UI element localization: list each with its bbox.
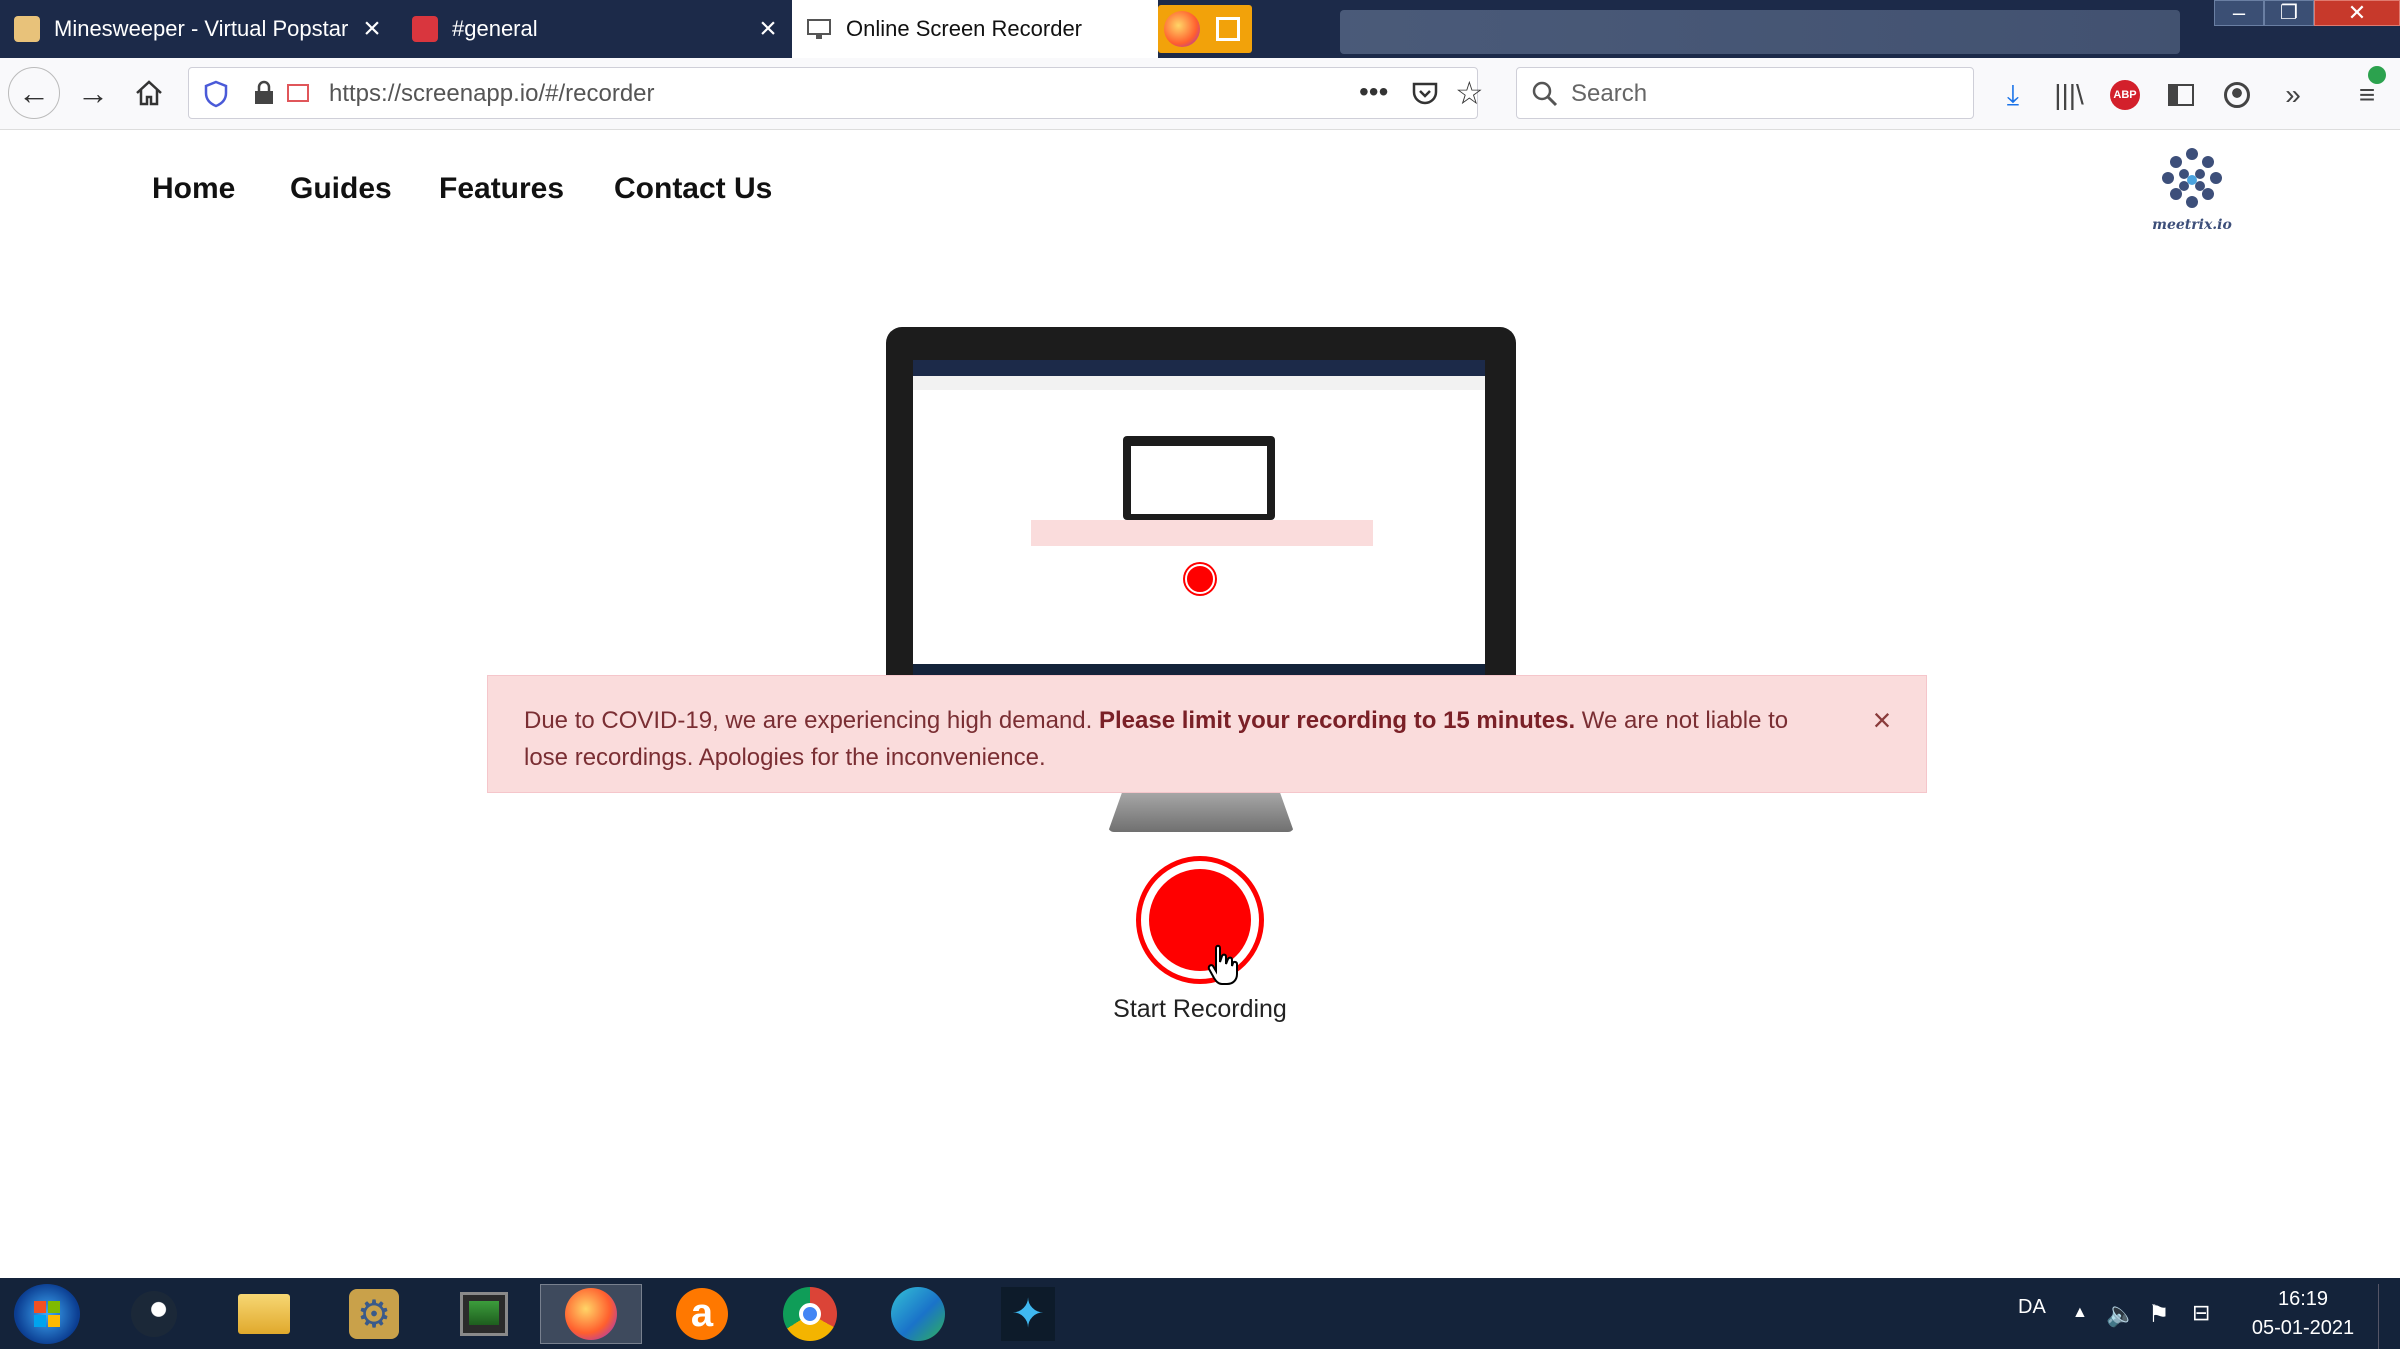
taskbar-edge[interactable]	[876, 1284, 960, 1344]
window-controls: – ❐ ✕	[2214, 0, 2400, 30]
search-icon	[1532, 81, 1558, 107]
forward-button[interactable]: →	[70, 70, 116, 116]
taskbar-terminal[interactable]	[442, 1284, 526, 1344]
update-badge-icon	[2368, 66, 2386, 84]
flag-icon[interactable]: ⚑	[2148, 1300, 2170, 1329]
back-button[interactable]: ←	[8, 67, 60, 119]
taskbar-firefox[interactable]	[540, 1284, 642, 1344]
covid-alert: Due to COVID-19, we are experiencing hig…	[487, 675, 1927, 793]
show-hidden-icons-icon[interactable]: ▲	[2072, 1304, 2088, 1322]
folder-icon	[238, 1294, 290, 1334]
volume-icon[interactable]: 🔈	[2106, 1300, 2136, 1329]
start-recording-button[interactable]	[1136, 856, 1264, 984]
alert-text-bold: Please limit your recording to 15 minute…	[1098, 707, 1576, 734]
preview-toolbar	[913, 376, 1485, 390]
close-icon[interactable]: ×	[352, 12, 392, 46]
window-icon	[1216, 17, 1240, 41]
preview-tabbar	[913, 360, 1485, 376]
firefox-icon	[1164, 11, 1200, 47]
clock-date: 05-01-2021	[2251, 1317, 2355, 1339]
url-text[interactable]: https://screenapp.io/#/recorder	[329, 80, 655, 108]
downloads-icon[interactable]: ⤓	[1996, 78, 2030, 112]
tab-minesweeper[interactable]: Minesweeper - Virtual Popstar ×	[0, 0, 392, 58]
tab-label: Minesweeper - Virtual Popstar	[54, 16, 349, 41]
clock-time: 16:19	[2277, 1288, 2329, 1310]
meetrix-logo-icon	[2162, 148, 2222, 208]
account-icon[interactable]	[2220, 78, 2254, 112]
close-window-button[interactable]: ✕	[2314, 0, 2400, 26]
sidebar-icon[interactable]	[2164, 78, 2198, 112]
search-bar[interactable]: Search	[1516, 67, 1974, 119]
meetrix-logo[interactable]: meetrix.io	[2150, 146, 2234, 233]
restore-button[interactable]: ❐	[2264, 0, 2314, 26]
start-recording-label[interactable]: Start Recording	[1050, 995, 1350, 1024]
nav-guides[interactable]: Guides	[290, 172, 392, 206]
alert-text-start: Due to COVID-19, we are experiencing hig…	[524, 707, 1099, 734]
taskbar-app[interactable]: ✦	[986, 1284, 1070, 1344]
tab-general[interactable]: #general ×	[398, 0, 788, 58]
logo-text: meetrix.io	[2152, 217, 2232, 233]
pocket-icon[interactable]	[1411, 80, 1439, 108]
avast-icon: a	[676, 1288, 728, 1340]
taskbar-steam[interactable]	[112, 1284, 196, 1344]
page-actions-icon[interactable]: •••	[1359, 76, 1388, 108]
preview-monitor	[1123, 436, 1275, 520]
screen-preview	[913, 360, 1485, 676]
steam-icon	[131, 1291, 177, 1337]
bookmark-star-icon[interactable]: ☆	[1455, 74, 1484, 112]
tab-label: Online Screen Recorder	[846, 16, 1083, 41]
taskbar-thumbnail-strip	[1340, 10, 2180, 54]
minesweeper-favicon-icon	[14, 16, 40, 42]
tab-label: #general	[452, 16, 538, 41]
taskbar-avast[interactable]: a	[660, 1284, 744, 1344]
monitor-stand	[1108, 790, 1294, 832]
star-app-icon: ✦	[1001, 1287, 1055, 1341]
gear-icon: ⚙	[349, 1289, 399, 1339]
home-icon	[136, 80, 162, 106]
home-button[interactable]	[126, 70, 172, 116]
shield-icon	[204, 80, 228, 108]
preview-record-button	[1185, 564, 1215, 594]
lock-icon	[255, 80, 273, 104]
hand-cursor-icon	[1207, 944, 1238, 985]
firefox-icon	[565, 1288, 617, 1340]
language-indicator[interactable]: DA	[2018, 1296, 2046, 1319]
network-icon[interactable]: ⊟	[2192, 1300, 2210, 1326]
library-icon[interactable]: |||\	[2052, 78, 2086, 112]
edge-icon	[891, 1287, 945, 1341]
close-icon[interactable]: ×	[748, 12, 788, 46]
url-bar[interactable]: https://screenapp.io/#/recorder ••• ☆	[188, 67, 1484, 119]
search-placeholder: Search	[1571, 80, 1648, 107]
arrow-left-icon: ←	[18, 74, 50, 111]
preview-alert	[1031, 520, 1373, 546]
windows-logo-icon	[34, 1301, 60, 1327]
permissions-icon[interactable]	[287, 84, 309, 102]
monitor-favicon-icon	[806, 16, 832, 42]
tab-online-screen-recorder[interactable]: Online Screen Recorder	[792, 0, 1158, 58]
discord-favicon-icon	[412, 16, 438, 42]
start-button[interactable]	[14, 1284, 80, 1344]
overflow-menu-icon[interactable]: »	[2276, 78, 2310, 112]
alert-close-button[interactable]: ×	[1862, 700, 1902, 740]
taskbar-settings[interactable]: ⚙	[332, 1284, 416, 1344]
arrow-right-icon: →	[77, 74, 109, 111]
nav-contact-us[interactable]: Contact Us	[614, 172, 772, 206]
minimize-button[interactable]: –	[2214, 0, 2264, 26]
taskbar-file-explorer[interactable]	[222, 1284, 306, 1344]
nav-features[interactable]: Features	[439, 172, 564, 206]
firefox-container-addon[interactable]	[1158, 5, 1252, 53]
show-desktop-button[interactable]	[2378, 1284, 2400, 1349]
chrome-icon	[783, 1287, 837, 1341]
taskbar-chrome[interactable]	[768, 1284, 852, 1344]
alert-message: Due to COVID-19, we are experiencing hig…	[524, 702, 1824, 776]
adblock-icon[interactable]: ABP	[2108, 78, 2142, 112]
preview-monitor-screen	[1131, 446, 1267, 514]
clock[interactable]: 16:19 05-01-2021	[2248, 1288, 2358, 1340]
nav-home[interactable]: Home	[152, 172, 235, 206]
terminal-icon	[460, 1292, 508, 1336]
